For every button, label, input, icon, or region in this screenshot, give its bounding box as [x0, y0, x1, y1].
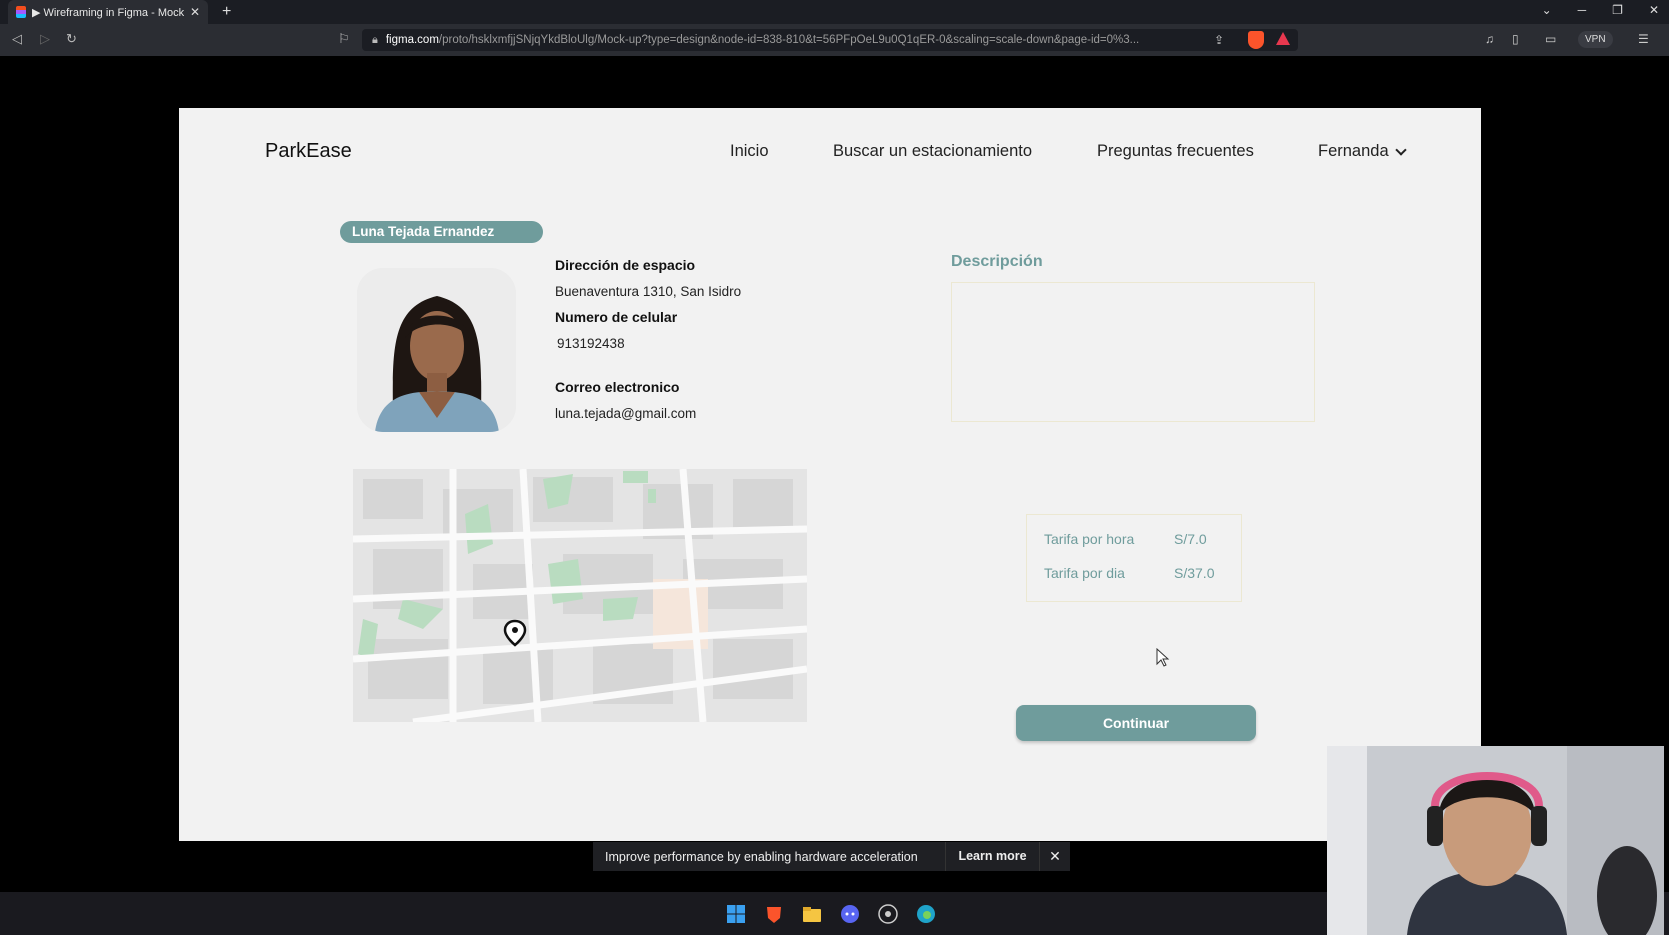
tarifa-hora-label: Tarifa por hora	[1044, 531, 1135, 547]
location-map[interactable]	[353, 469, 807, 722]
bookmark-icon[interactable]: ⚐	[338, 31, 350, 47]
forward-icon[interactable]: ▷	[40, 31, 50, 47]
browser-tab[interactable]: ▶ Wireframing in Figma - Mock- ✕	[8, 0, 208, 24]
avatar	[357, 268, 516, 432]
window-controls: ⌄ ─ ❐ ✕	[1542, 3, 1659, 17]
descripcion-box	[951, 282, 1315, 422]
nav-buscar[interactable]: Buscar un estacionamiento	[833, 142, 1032, 161]
nav-preguntas[interactable]: Preguntas frecuentes	[1097, 142, 1254, 161]
sidebar-icon[interactable]: ▯	[1512, 32, 1519, 46]
close-window-icon[interactable]: ✕	[1649, 3, 1659, 17]
owner-name-badge: Luna Tejada Ernandez	[340, 221, 543, 243]
discord-icon[interactable]	[840, 904, 860, 924]
correo-value: luna.tejada@gmail.com	[555, 406, 697, 421]
obs-icon[interactable]	[878, 904, 898, 924]
file-explorer-icon[interactable]	[802, 904, 822, 924]
chevron-down-icon	[1394, 143, 1407, 156]
user-name: Fernanda	[1318, 142, 1389, 160]
minimize-icon[interactable]: ─	[1578, 3, 1587, 17]
lock-icon: 🔒︎	[372, 33, 378, 46]
direccion-value: Buenaventura 1310, San Isidro	[555, 284, 742, 299]
user-menu[interactable]: Fernanda	[1318, 142, 1407, 161]
notice-message: Improve performance by enabling hardware…	[605, 849, 918, 864]
edge-icon[interactable]	[916, 904, 936, 924]
hardware-acceleration-notice: Improve performance by enabling hardware…	[593, 842, 1070, 871]
rates-box: Tarifa por hora S/7.0 Tarifa por dia S/3…	[1026, 514, 1242, 602]
webcam-overlay	[1327, 746, 1664, 935]
browser-tab-bar: ▶ Wireframing in Figma - Mock- ✕ + ⌄ ─ ❐…	[0, 0, 1669, 24]
brave-shield-icon[interactable]	[1248, 31, 1264, 49]
tarifa-dia-value: S/37.0	[1174, 565, 1215, 581]
url-field[interactable]: 🔒︎ figma.com/proto/hsklxmfjjSNjqYkdBloUl…	[362, 29, 1298, 51]
nav-inicio[interactable]: Inicio	[730, 142, 769, 161]
app-logo[interactable]: ParkEase	[265, 140, 352, 163]
celular-label: Numero de celular	[555, 309, 678, 325]
brave-browser-icon[interactable]	[764, 904, 784, 924]
new-tab-icon[interactable]: +	[222, 3, 231, 21]
tab-title: ▶ Wireframing in Figma - Mock-	[32, 6, 184, 19]
celular-value: 913192438	[557, 336, 625, 351]
tarifa-dia-label: Tarifa por dia	[1044, 565, 1125, 581]
prototype-frame: ParkEase Inicio Buscar un estacionamient…	[179, 108, 1481, 841]
music-icon[interactable]: ♫	[1485, 32, 1494, 46]
reload-icon[interactable]: ↻	[66, 31, 77, 47]
close-notice-icon[interactable]: ✕	[1040, 848, 1070, 865]
vpn-button[interactable]: VPN	[1578, 31, 1613, 48]
rewards-icon[interactable]	[1276, 32, 1290, 45]
menu-icon[interactable]: ☰	[1638, 32, 1649, 46]
figma-icon	[16, 6, 26, 18]
direccion-label: Dirección de espacio	[555, 257, 696, 273]
mouse-cursor-icon	[1156, 648, 1170, 667]
learn-more-button[interactable]: Learn more	[945, 842, 1040, 871]
address-bar: ◁ ▷ ↻ ⚐ 🔒︎ figma.com/proto/hsklxmfjjSNjq…	[0, 24, 1669, 56]
wallet-icon[interactable]: ▭	[1545, 32, 1556, 46]
correo-label: Correo electronico	[555, 379, 680, 395]
close-tab-icon[interactable]: ✕	[190, 5, 200, 19]
url-host: figma.com	[385, 34, 439, 46]
continue-button[interactable]: Continuar	[1016, 705, 1256, 741]
windows-start-icon[interactable]	[726, 904, 746, 924]
restore-icon[interactable]: ❐	[1612, 3, 1623, 17]
tarifa-hora-value: S/7.0	[1174, 531, 1207, 547]
descripcion-title: Descripción	[951, 253, 1043, 270]
tab-search-icon[interactable]: ⌄	[1542, 3, 1552, 17]
back-icon[interactable]: ◁	[12, 31, 22, 47]
url-path: /proto/hsklxmfjjSNjqYkdBloUlg/Mock-up?ty…	[438, 34, 1140, 46]
share-icon[interactable]: ⇪	[1214, 33, 1224, 47]
